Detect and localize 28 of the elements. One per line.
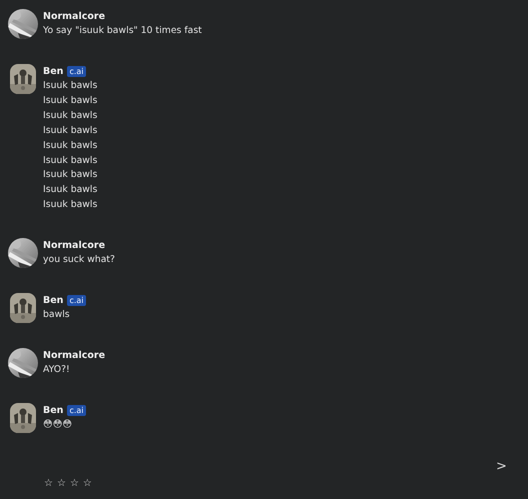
- message-text: Isuuk bawls: [43, 138, 98, 153]
- message-text: Isuuk bawls: [43, 79, 98, 93]
- message-text: Isuuk bawls: [43, 183, 98, 198]
- author-name: Ben: [43, 295, 64, 306]
- message-text: Isuuk bawls: [43, 108, 98, 123]
- rating-star[interactable]: ☆: [44, 478, 53, 489]
- ai-badge: c.ai: [67, 295, 86, 306]
- ai-badge: c.ai: [67, 66, 86, 77]
- message-text: 😳😳😳: [43, 418, 74, 432]
- message-text: Yo say "isuuk bawls" 10 times fast: [43, 24, 202, 38]
- author-name: Normalcore: [43, 240, 106, 252]
- author-name: Normalcore: [43, 11, 106, 22]
- next-button[interactable]: >: [494, 459, 509, 474]
- message-text: bawls: [43, 308, 71, 322]
- rating-star[interactable]: ☆: [70, 478, 79, 489]
- author-name: Ben: [43, 405, 64, 416]
- message-text: Isuuk bawls: [43, 198, 98, 212]
- message-text: Isuuk bawls: [43, 124, 98, 138]
- message-text: Isuuk bawls: [43, 154, 98, 168]
- message-text: Isuuk bawls: [43, 168, 98, 182]
- rating-star[interactable]: ☆: [56, 478, 66, 489]
- ai-badge: c.ai: [67, 405, 86, 416]
- rating-star[interactable]: ☆: [82, 478, 92, 489]
- message-text: Isuuk bawls: [43, 94, 98, 108]
- message-text: you suck what?: [43, 253, 115, 268]
- message-text: AYO?!: [43, 363, 71, 378]
- author-name: Normalcore: [43, 350, 106, 362]
- author-name: Ben: [43, 66, 64, 77]
